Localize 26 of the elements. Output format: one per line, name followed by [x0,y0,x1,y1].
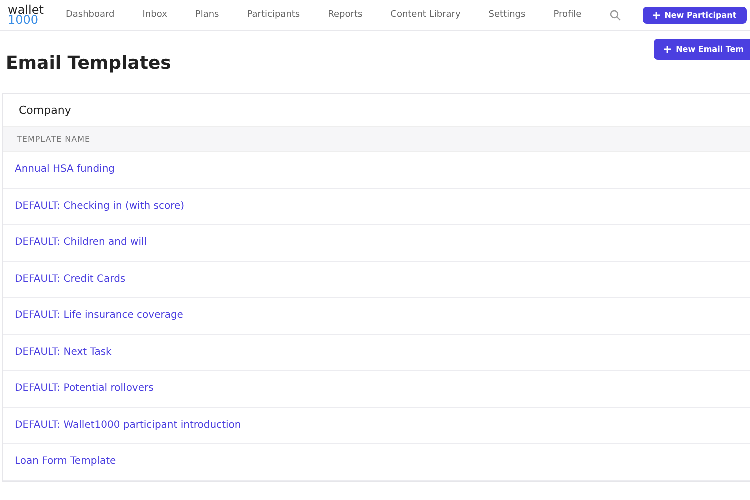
wallet-logo[interactable]: wallet 1000 [8,4,44,26]
template-link[interactable]: DEFAULT: Children and will [15,237,148,248]
new-participant-button[interactable]: New Participant [642,6,747,24]
nav-link[interactable]: Participants [247,10,300,20]
nav-link[interactable]: Content Library [390,10,461,20]
nav-link[interactable]: Inbox [142,10,168,20]
plus-icon [652,12,660,19]
page-title: Email Templates [6,53,172,74]
nav-link[interactable]: Dashboard [66,10,115,20]
template-link[interactable]: DEFAULT: Life insurance coverage [15,310,184,322]
template-link[interactable]: DEFAULT: Credit Cards [15,274,126,285]
template-link[interactable]: DEFAULT: Wallet1000 participant introduction [15,420,242,431]
nav-link[interactable]: Settings [488,10,526,20]
nav-link[interactable]: Plans [195,10,220,20]
template-link[interactable]: DEFAULT: Checking in (with score) [15,200,185,212]
search-icon[interactable] [610,10,621,20]
template-link[interactable]: DEFAULT: Next Task [15,346,112,358]
nav-link[interactable]: Profile [554,10,582,20]
column-label: TEMPLATE NAME [17,134,91,144]
template-link[interactable]: DEFAULT: Potential rollovers [15,383,154,394]
card-title: Company [19,104,72,116]
new-email-template-button[interactable]: New Email Tem [654,39,750,60]
template-link[interactable]: Loan Form Template [15,456,116,468]
template-link[interactable]: Annual HSA funding [15,164,116,176]
nav-link[interactable]: Reports [328,10,363,20]
plus-icon [664,46,672,54]
